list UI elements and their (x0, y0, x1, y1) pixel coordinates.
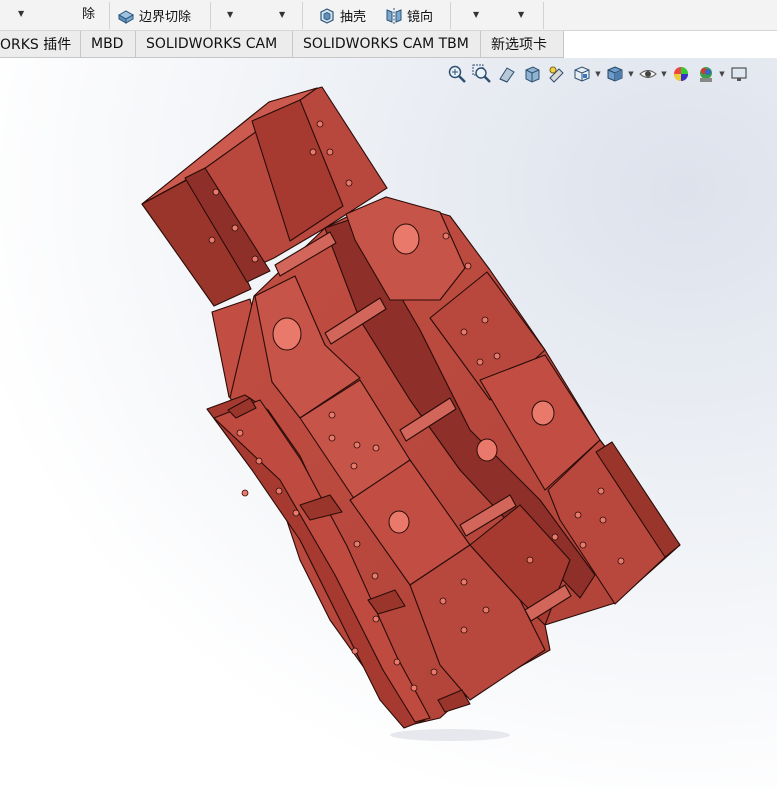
mirror-icon (386, 7, 402, 24)
part-model-view[interactable] (0, 58, 777, 789)
tab-solidworks-addins[interactable]: ORKS 插件 (0, 31, 81, 58)
delete-command-fragment[interactable]: 除 (82, 3, 95, 22)
tab-solidworks-cam[interactable]: SOLIDWORKS CAM (135, 31, 293, 58)
tab-new-tab[interactable]: 新选项卡 (480, 31, 564, 58)
boundary-cut-button[interactable]: 边界切除 (117, 6, 191, 25)
dropdown-arrow-5[interactable]: ▼ (518, 10, 524, 19)
separator (109, 2, 110, 29)
boundary-cut-icon (117, 9, 135, 24)
dropdown-arrow-4[interactable]: ▼ (473, 10, 479, 19)
large-hole-2 (272, 317, 302, 351)
dropdown-arrow-1[interactable]: ▼ (18, 9, 24, 18)
mirror-label: 镜向 (407, 10, 434, 25)
shell-button[interactable]: 抽壳 (318, 6, 366, 25)
separator (450, 2, 451, 29)
separator (302, 2, 303, 29)
model-shadow (390, 729, 510, 741)
large-hole-5 (388, 510, 410, 534)
shell-label: 抽壳 (340, 10, 367, 25)
boundary-cut-label: 边界切除 (139, 10, 192, 25)
mirror-button[interactable]: 镜向 (385, 6, 433, 25)
command-manager-tabs: ORKS 插件 MBD SOLIDWORKS CAM SOLIDWORKS CA… (0, 31, 777, 58)
dropdown-arrow-2[interactable]: ▼ (227, 10, 233, 19)
large-hole-1 (392, 223, 420, 255)
tab-solidworks-cam-tbm[interactable]: SOLIDWORKS CAM TBM (292, 31, 481, 58)
large-hole-3 (531, 400, 555, 426)
separator (210, 2, 211, 29)
command-manager: ▼ 除 边界切除 ▼ ▼ 抽壳 镜向 ▼ ▼ (0, 0, 777, 31)
tab-mbd[interactable]: MBD (80, 31, 136, 58)
dropdown-arrow-3[interactable]: ▼ (279, 10, 285, 19)
shell-icon (320, 7, 334, 24)
separator (543, 2, 544, 29)
large-hole-4 (476, 438, 498, 462)
